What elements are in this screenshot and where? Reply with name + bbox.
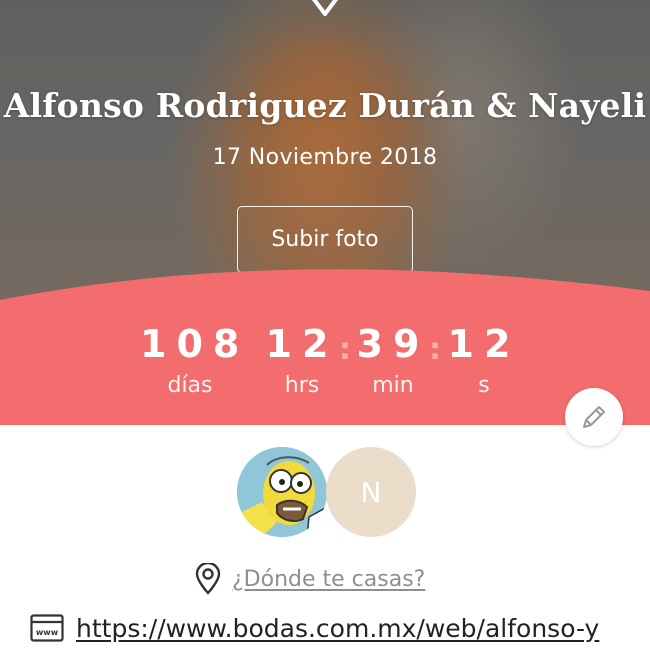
days-label: días [167, 373, 213, 398]
heart-logo-icon [312, 0, 338, 16]
partner2-avatar[interactable]: N [326, 447, 416, 537]
seconds-value: 12 [447, 322, 521, 366]
www-icon: www [30, 614, 64, 642]
minutes-label: min [372, 373, 414, 398]
hours-value: 12 [265, 322, 339, 366]
map-pin-icon [195, 563, 221, 595]
www-icon-text: www [36, 628, 59, 637]
edit-button[interactable] [565, 388, 623, 446]
countdown-minutes: 39 min [355, 322, 431, 400]
seconds-label: s [478, 373, 490, 398]
cartoon-avatar-icon [237, 447, 327, 537]
time-separator: : [429, 332, 441, 367]
wedding-date: 17 Noviembre 2018 [212, 145, 438, 170]
days-value: 108 [140, 322, 250, 366]
wedding-website-link[interactable]: www https://www.bodas.com.mx/web/alfonso… [30, 610, 599, 646]
hours-label: hrs [284, 373, 320, 398]
time-separator: : [339, 332, 351, 367]
couple-names: Alfonso Rodriguez Durán & Nayeli [3, 86, 647, 125]
minutes-value: 39 [356, 322, 430, 366]
location-prompt[interactable]: ¿Dónde te casas? [232, 567, 425, 592]
countdown-timer: 108 días 12 hrs : 39 min : 12 s [0, 322, 650, 402]
pencil-icon [583, 406, 605, 428]
countdown-days: 108 días [140, 322, 240, 400]
countdown-seconds: 12 s [446, 322, 522, 400]
partner1-avatar[interactable] [237, 447, 327, 537]
partner2-initial: N [360, 475, 382, 509]
website-url[interactable]: https://www.bodas.com.mx/web/alfonso-y [76, 614, 599, 643]
countdown-hours: 12 hrs [264, 322, 340, 400]
location-link[interactable]: ¿Dónde te casas? [194, 562, 425, 596]
